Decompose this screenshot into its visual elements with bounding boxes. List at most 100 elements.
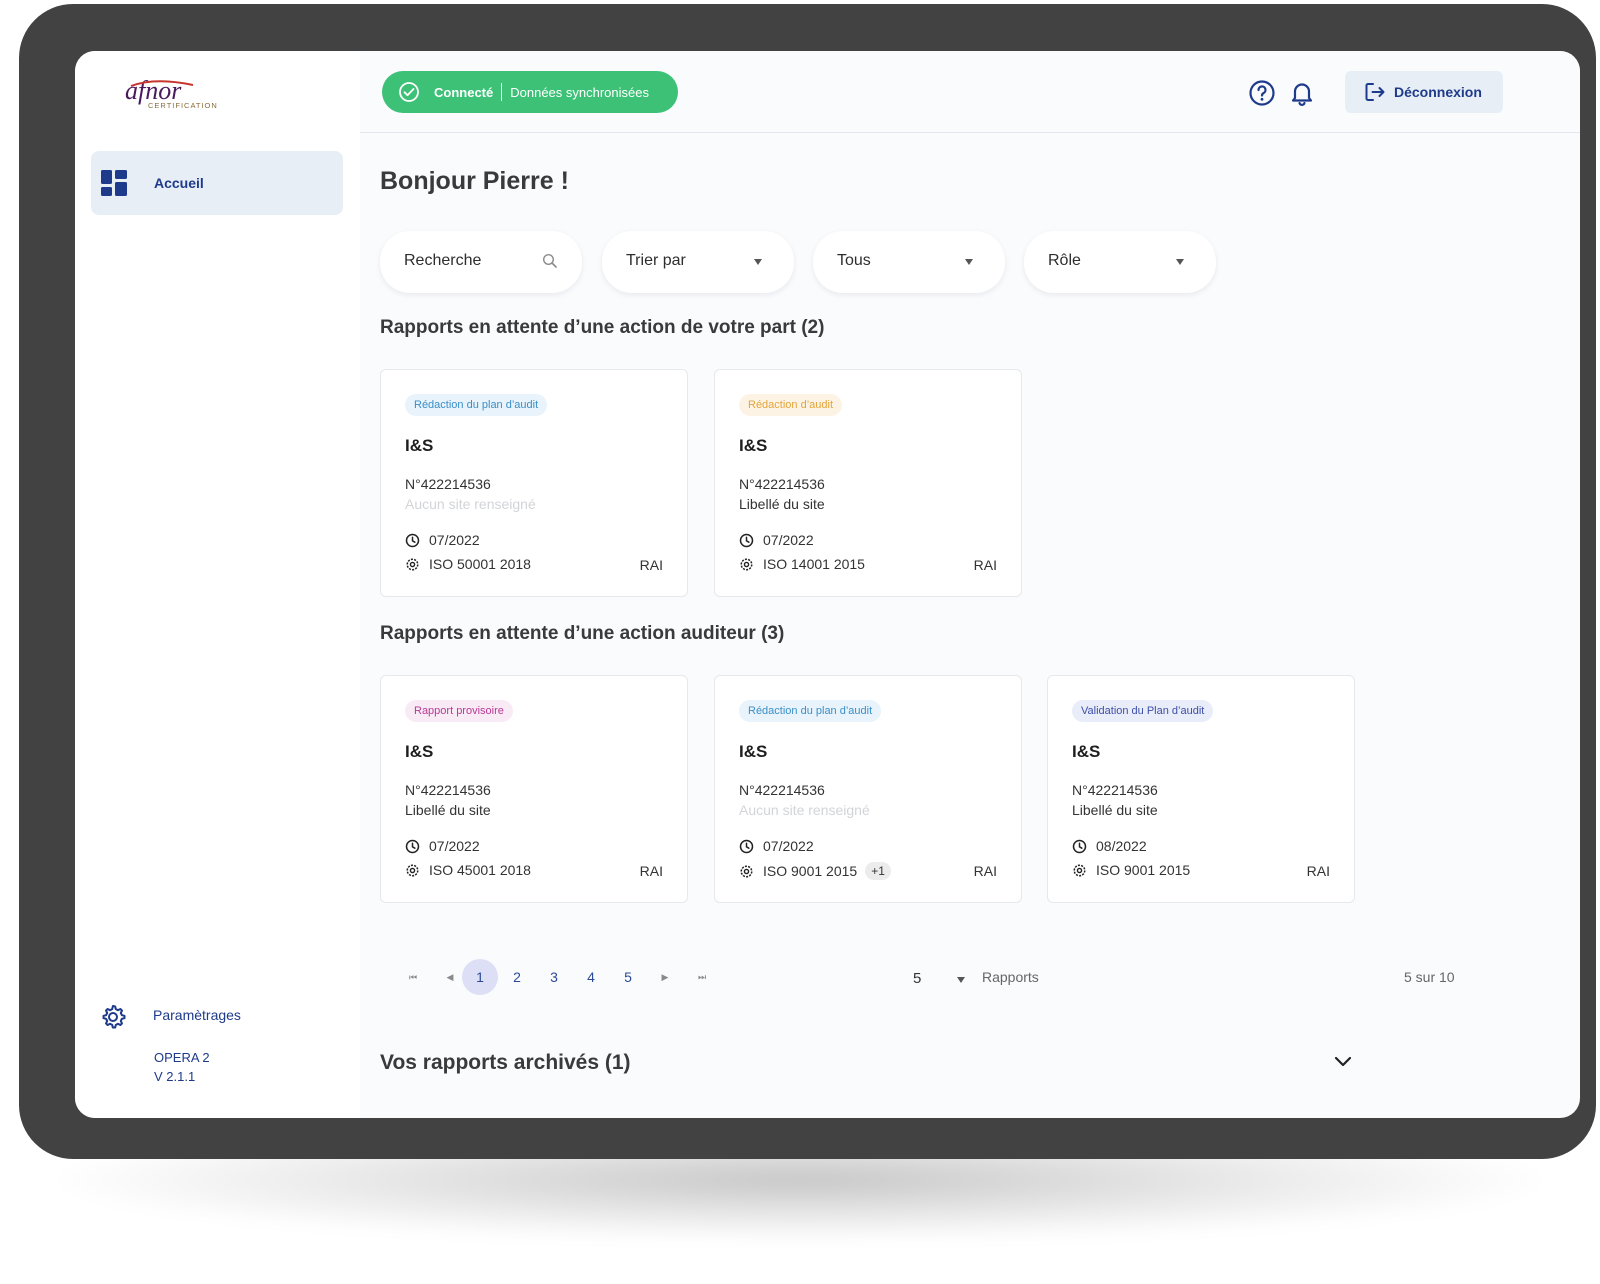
version-number: V 2.1.1: [154, 1069, 196, 1084]
section-title-pending-auditor: Rapports en attente d’une action auditeu…: [380, 623, 785, 644]
report-standard: ISO 14001 2015: [739, 556, 865, 572]
status-badge: Validation du Plan d’audit: [1072, 700, 1214, 722]
report-role: RAI: [639, 557, 663, 573]
role-filter-label: Rôle: [1048, 252, 1081, 269]
tablet-frame: afnor CERTIFICATION Accueil Paramètrages…: [19, 4, 1596, 1159]
report-date: 07/2022: [405, 838, 480, 854]
report-card[interactable]: Rédaction d’audit I&S N°422214536 Libell…: [714, 369, 1022, 597]
status-dropdown[interactable]: Tous: [813, 231, 1005, 293]
report-date: 08/2022: [1072, 838, 1147, 854]
report-title: I&S: [739, 436, 768, 455]
status-badge: Rapport provisoire: [405, 700, 513, 722]
report-site: Libellé du site: [405, 802, 491, 818]
sidebar-item-accueil[interactable]: Accueil: [91, 151, 343, 215]
app-version: OPERA 2 V 2.1.1: [154, 1048, 210, 1086]
report-site: Libellé du site: [1072, 802, 1158, 818]
certificate-gear-icon: [740, 865, 753, 877]
report-number: N°422214536: [405, 476, 491, 492]
certificate-gear-icon: [740, 558, 753, 570]
svg-text:CERTIFICATION: CERTIFICATION: [148, 101, 218, 110]
clock-icon: [1072, 839, 1087, 853]
status-divider: [501, 83, 503, 101]
status-connected: Connecté: [434, 84, 494, 100]
sort-label: Trier par: [626, 252, 686, 269]
clock-icon: [739, 533, 754, 547]
report-number: N°422214536: [739, 476, 825, 492]
report-number: N°422214536: [405, 782, 491, 798]
report-title: I&S: [405, 742, 434, 761]
status-filter-label: Tous: [837, 252, 871, 269]
archived-reports-title[interactable]: Vos rapports archivés (1): [380, 1051, 631, 1075]
version-name: OPERA 2: [154, 1050, 210, 1065]
certificate-gear-icon: [406, 864, 419, 876]
report-date-value: 07/2022: [763, 532, 814, 548]
page-title: Bonjour Pierre !: [380, 167, 569, 195]
report-role: RAI: [973, 863, 997, 879]
search-input[interactable]: Recherche: [380, 231, 582, 293]
report-date: 07/2022: [405, 532, 480, 548]
report-card[interactable]: Rapport provisoire I&S N°422214536 Libel…: [380, 675, 688, 903]
page-1-button[interactable]: 1: [462, 959, 498, 995]
report-card[interactable]: Rédaction du plan d’audit I&S N°42221453…: [380, 369, 688, 597]
report-role: RAI: [973, 557, 997, 573]
connection-status-badge: Connecté Données synchronisées: [382, 71, 678, 113]
dashboard-icon: [101, 170, 127, 196]
section-title-pending-mine: Rapports en attente d’une action de votr…: [380, 317, 825, 338]
report-standard: ISO 45001 2018: [405, 862, 531, 878]
report-title: I&S: [405, 436, 434, 455]
report-date-value: 08/2022: [1096, 838, 1147, 854]
per-page-select[interactable]: 5: [913, 970, 921, 987]
status-sync: Données synchronisées: [510, 84, 649, 100]
report-role: RAI: [1306, 863, 1330, 879]
chevron-down-icon: [1176, 259, 1184, 265]
status-badge: Rédaction d’audit: [739, 394, 843, 416]
report-site: Aucun site renseigné: [405, 496, 536, 512]
report-card[interactable]: Validation du Plan d’audit I&S N°4222145…: [1047, 675, 1355, 903]
chevron-down-icon[interactable]: [1334, 1056, 1352, 1068]
clock-icon: [405, 839, 420, 853]
report-standard: ISO 50001 2018: [405, 556, 531, 572]
results-count: 5 sur 10: [1404, 969, 1455, 985]
first-page-icon[interactable]: ⏮: [395, 959, 431, 995]
bell-icon[interactable]: [1288, 79, 1316, 107]
report-standard-value: ISO 45001 2018: [429, 862, 531, 878]
sidebar-item-parametrages[interactable]: Paramètrages: [99, 1003, 241, 1031]
page-2-button[interactable]: 2: [499, 959, 535, 995]
sidebar: afnor CERTIFICATION Accueil Paramètrages…: [75, 51, 360, 1118]
chevron-down-icon[interactable]: [957, 977, 965, 983]
status-badge: Rédaction du plan d’audit: [405, 394, 548, 416]
app-screen: afnor CERTIFICATION Accueil Paramètrages…: [75, 51, 1580, 1118]
certificate-gear-icon: [406, 558, 419, 570]
sort-dropdown[interactable]: Trier par: [602, 231, 794, 293]
chevron-down-icon: [965, 259, 973, 265]
check-circle-icon: [399, 82, 419, 102]
status-badge: Rédaction du plan d’audit: [739, 700, 882, 722]
report-card[interactable]: Rédaction du plan d’audit I&S N°42221453…: [714, 675, 1022, 903]
report-title: I&S: [1072, 742, 1101, 761]
report-standard-value: ISO 9001 2015: [1096, 862, 1191, 878]
logout-label: Déconnexion: [1394, 84, 1482, 100]
chevron-down-icon: [754, 259, 762, 265]
report-standard: ISO 9001 2015 +1: [739, 862, 891, 880]
report-date-value: 07/2022: [763, 838, 814, 854]
page-5-button[interactable]: 5: [610, 959, 646, 995]
report-title: I&S: [739, 742, 768, 761]
help-icon[interactable]: [1248, 79, 1276, 107]
next-page-icon[interactable]: ▶: [647, 959, 683, 995]
per-page-label: Rapports: [982, 969, 1039, 985]
gear-icon: [102, 1005, 126, 1029]
sidebar-item-label: Accueil: [154, 175, 204, 191]
page-4-button[interactable]: 4: [573, 959, 609, 995]
settings-label: Paramètrages: [153, 1007, 241, 1023]
report-site: Aucun site renseigné: [739, 802, 870, 818]
extra-standards-badge[interactable]: +1: [865, 862, 891, 880]
role-dropdown[interactable]: Rôle: [1024, 231, 1216, 293]
clock-icon: [739, 839, 754, 853]
report-number: N°422214536: [739, 782, 825, 798]
logout-button[interactable]: Déconnexion: [1345, 71, 1503, 113]
last-page-icon[interactable]: ⏭: [684, 959, 720, 995]
page-3-button[interactable]: 3: [536, 959, 572, 995]
search-placeholder: Recherche: [404, 252, 482, 269]
report-date: 07/2022: [739, 838, 814, 854]
report-date: 07/2022: [739, 532, 814, 548]
